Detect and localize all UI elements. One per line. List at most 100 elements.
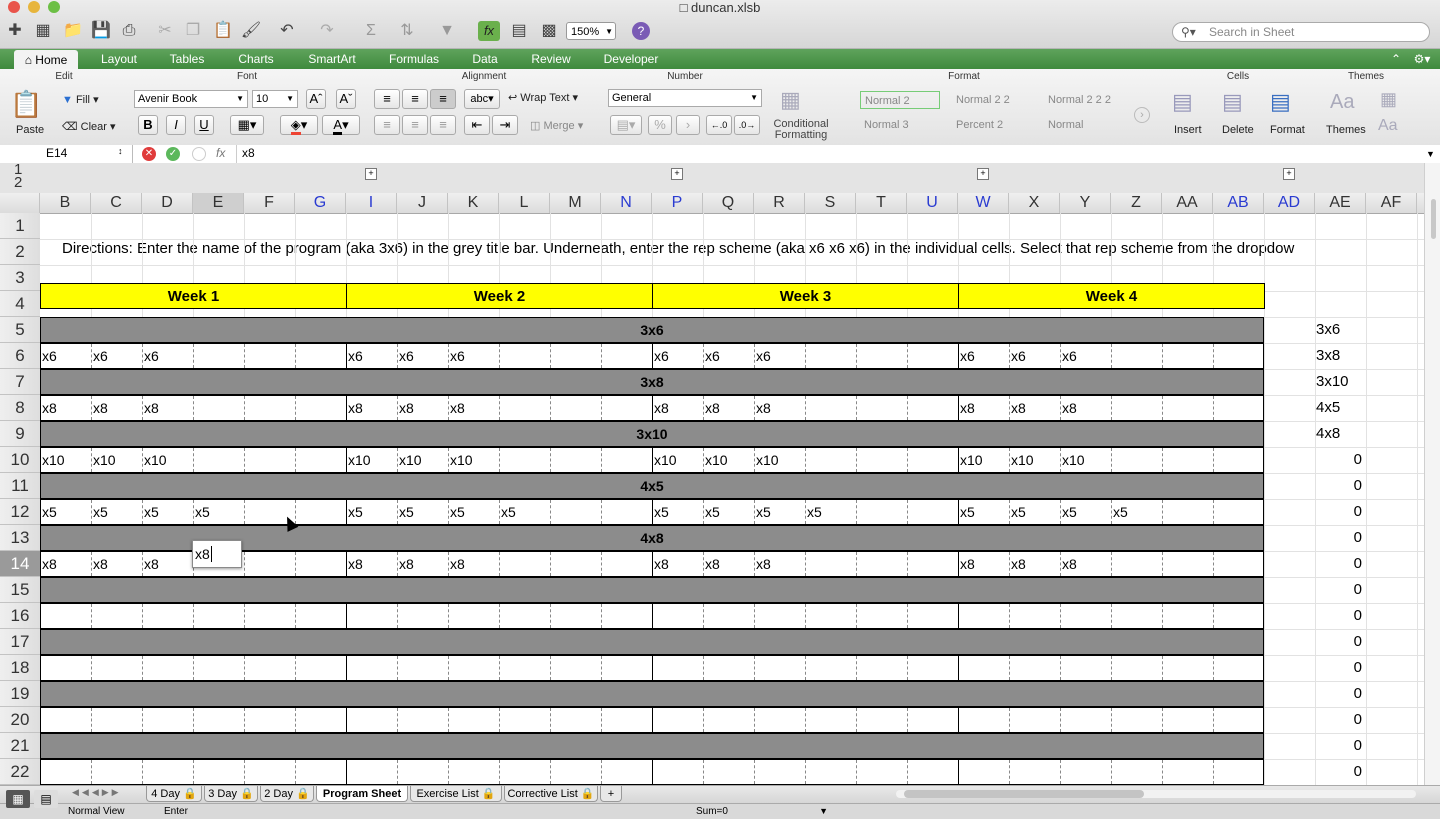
horizontal-scroll-thumb[interactable] (904, 790, 1144, 798)
rep-cell[interactable]: x10 (958, 447, 983, 473)
number-format-select[interactable]: General ▼ (608, 89, 762, 107)
row-header-12[interactable]: 12 (0, 499, 40, 525)
confirm-entry-icon[interactable]: ✓ (166, 147, 180, 161)
row-header-21[interactable]: 21 (0, 733, 40, 759)
comma-format-button[interactable]: › (676, 115, 700, 135)
program-title-bar[interactable]: 3x10 (40, 421, 1264, 447)
rep-cell[interactable]: x10 (703, 447, 728, 473)
zero-value-cell[interactable]: 0 (1316, 577, 1362, 603)
sheet-nav-arrows-icon[interactable]: ◀◀◀▶▶ (72, 787, 122, 798)
outline-level-2[interactable]: 2 (14, 175, 22, 190)
currency-format-button[interactable]: ▤▾ (610, 115, 642, 135)
column-header-k[interactable]: K (448, 193, 499, 213)
sort-icon[interactable]: ⇅ (396, 21, 418, 41)
rep-cell[interactable]: x10 (40, 447, 65, 473)
rep-cell[interactable]: x6 (91, 343, 108, 369)
themes-aa-icon[interactable]: Aa (1330, 91, 1354, 114)
borders-button[interactable]: ▦▾ (230, 115, 264, 135)
row-header-1[interactable]: 1 (0, 213, 40, 239)
column-header-y[interactable]: Y (1060, 193, 1111, 213)
program-list-cell[interactable]: 3x10 (1316, 369, 1349, 395)
column-header-d[interactable]: D (142, 193, 193, 213)
column-header-c[interactable]: C (91, 193, 142, 213)
sheet-tab-corrective-list[interactable]: Corrective List 🔒 (504, 786, 598, 802)
rep-scheme-row[interactable] (40, 655, 1264, 681)
rep-cell[interactable]: x6 (40, 343, 57, 369)
sheet-tab-exercise-list[interactable]: Exercise List 🔒 (410, 786, 502, 802)
open-folder-icon[interactable]: 📁 (62, 21, 84, 41)
rep-cell[interactable]: x5 (652, 499, 669, 525)
row-header-3[interactable]: 3 (0, 265, 40, 291)
help-icon[interactable]: ? (632, 22, 650, 40)
column-header-j[interactable]: J (397, 193, 448, 213)
rep-cell[interactable]: x8 (1009, 551, 1026, 577)
column-header-s[interactable]: S (805, 193, 856, 213)
rep-cell[interactable]: x10 (448, 447, 473, 473)
program-title-bar[interactable] (40, 629, 1264, 655)
program-list-cell[interactable]: 3x8 (1316, 343, 1340, 369)
increase-indent-button[interactable]: ⇥ (492, 115, 518, 135)
column-header-x[interactable]: X (1009, 193, 1060, 213)
rep-cell[interactable]: x5 (91, 499, 108, 525)
templates-icon[interactable]: ▦ (32, 21, 54, 41)
theme-colors-icon[interactable]: ▦ (1380, 89, 1397, 110)
vertical-scrollbar[interactable] (1424, 163, 1440, 785)
rep-cell[interactable]: x10 (652, 447, 677, 473)
style-normal[interactable]: Normal (1048, 119, 1083, 131)
fx-label[interactable]: fx (216, 146, 225, 160)
row-header-20[interactable]: 20 (0, 707, 40, 733)
collapse-ribbon-icon[interactable]: ⌃ (1388, 49, 1404, 69)
rep-cell[interactable]: x5 (346, 499, 363, 525)
zero-value-cell[interactable]: 0 (1316, 655, 1362, 681)
tab-smartart[interactable]: SmartArt (300, 49, 364, 69)
insert-cells-icon[interactable]: ▤ (1172, 89, 1193, 115)
zero-value-cell[interactable]: 0 (1316, 681, 1362, 707)
row-header-9[interactable]: 9 (0, 421, 40, 447)
column-header-r[interactable]: R (754, 193, 805, 213)
program-title-bar[interactable] (40, 681, 1264, 707)
rep-cell[interactable]: x5 (958, 499, 975, 525)
zero-value-cell[interactable]: 0 (1316, 759, 1362, 785)
rep-cell[interactable]: x10 (142, 447, 167, 473)
row-header-17[interactable]: 17 (0, 629, 40, 655)
rep-cell[interactable]: x6 (1060, 343, 1077, 369)
style-normal-2-2-2[interactable]: Normal 2 2 2 (1048, 94, 1111, 106)
column-header-af[interactable]: AF (1366, 193, 1417, 213)
format-cells-icon[interactable]: ▤ (1270, 89, 1291, 115)
style-normal-3[interactable]: Normal 3 (864, 119, 909, 131)
column-header-b[interactable]: B (40, 193, 91, 213)
fill-color-button[interactable]: ◈▾ (280, 115, 318, 135)
formula-input[interactable]: x8 (236, 145, 1423, 163)
bold-button[interactable]: B (138, 115, 158, 135)
rep-cell[interactable]: x8 (40, 551, 57, 577)
merge-button[interactable]: ◫ Merge ▾ (530, 119, 583, 132)
row-header-19[interactable]: 19 (0, 681, 40, 707)
collapse-group-button[interactable]: + (365, 168, 377, 180)
row-header-13[interactable]: 13 (0, 525, 40, 551)
style-normal-2-2[interactable]: Normal 2 2 (956, 94, 1010, 106)
rep-cell[interactable]: x5 (40, 499, 57, 525)
column-header-t[interactable]: T (856, 193, 907, 213)
program-title-bar[interactable] (40, 577, 1264, 603)
rep-cell[interactable]: x8 (91, 395, 108, 421)
search-input[interactable]: ⚲▾ Search in Sheet (1172, 22, 1430, 42)
column-header-m[interactable]: M (550, 193, 601, 213)
editing-cell-e14[interactable]: x8​ (192, 540, 242, 568)
rep-cell[interactable]: x5 (1060, 499, 1077, 525)
rep-cell[interactable]: x6 (142, 343, 159, 369)
rep-cell[interactable]: x8 (703, 551, 720, 577)
rep-cell[interactable]: x5 (703, 499, 720, 525)
row-header-18[interactable]: 18 (0, 655, 40, 681)
horizontal-scrollbar[interactable] (896, 790, 1416, 798)
zero-value-cell[interactable]: 0 (1316, 551, 1362, 577)
row-header-7[interactable]: 7 (0, 369, 40, 395)
worksheet-grid[interactable]: Directions: Enter the name of the progra… (40, 213, 1424, 785)
rep-cell[interactable]: x8 (346, 395, 363, 421)
rep-cell[interactable]: x8 (754, 551, 771, 577)
rep-cell[interactable]: x8 (397, 395, 414, 421)
rep-cell[interactable]: x10 (91, 447, 116, 473)
align-middle-button[interactable]: ≡ (402, 89, 428, 109)
column-header-p[interactable]: P (652, 193, 703, 213)
program-title-bar[interactable] (40, 733, 1264, 759)
row-header-8[interactable]: 8 (0, 395, 40, 421)
